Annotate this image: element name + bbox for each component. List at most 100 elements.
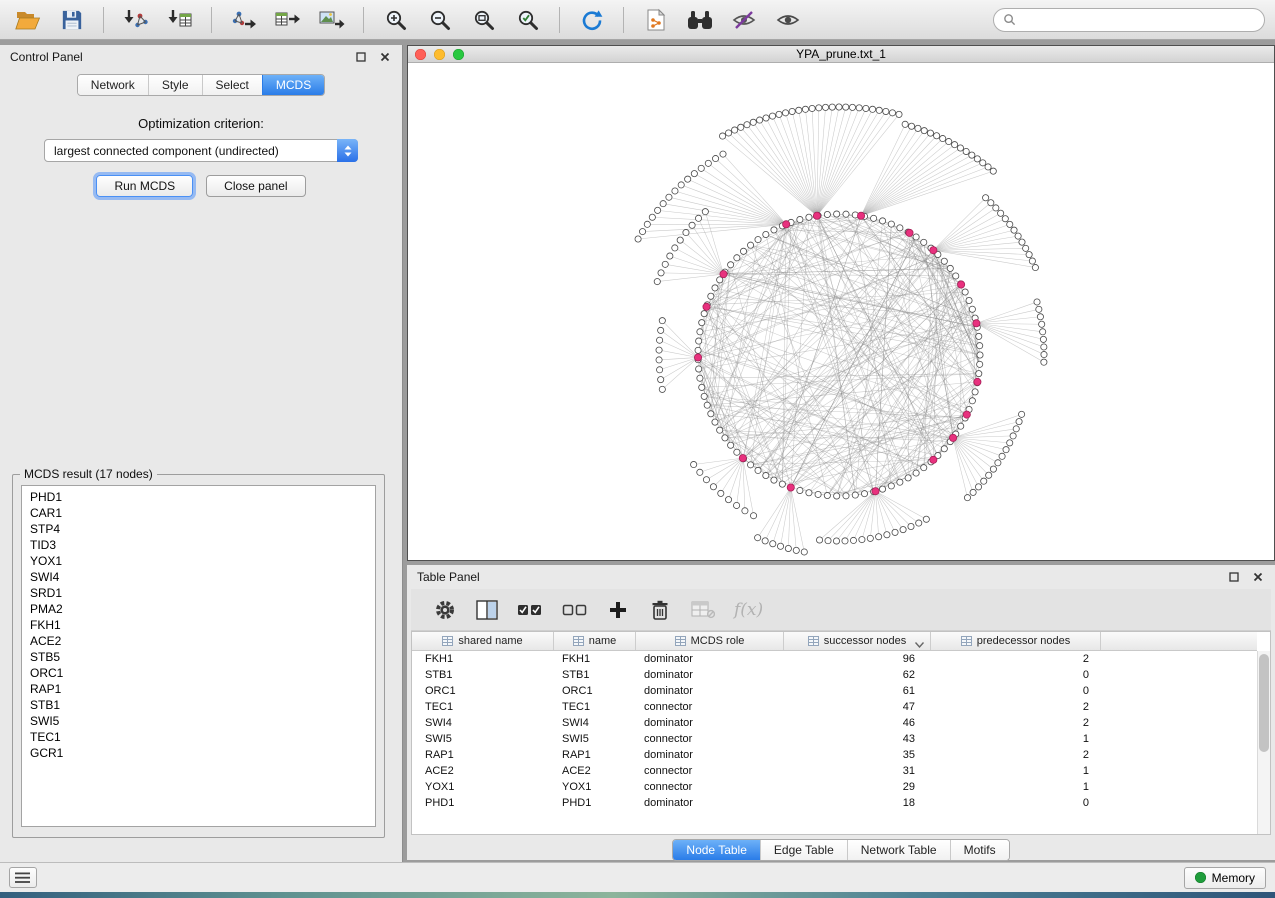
column-header-successor-nodes[interactable]: successor nodes xyxy=(784,632,931,650)
close-table-panel-button[interactable] xyxy=(1251,570,1265,584)
tab-mcds[interactable]: MCDS xyxy=(262,75,324,95)
table-panel: Table Panel f(x) xyxy=(407,565,1275,860)
zoom-in-button[interactable] xyxy=(378,4,413,36)
column-header-shared-name[interactable]: shared name xyxy=(412,632,554,650)
table-row[interactable]: SWI4SWI4dominator462 xyxy=(412,715,1257,731)
table-cell: 46 xyxy=(784,717,931,729)
open-session-button[interactable] xyxy=(10,4,45,36)
save-session-button[interactable] xyxy=(54,4,89,36)
table-cell: connector xyxy=(636,733,784,745)
table-cell: 1 xyxy=(931,781,1101,793)
mcds-result-item[interactable]: GCR1 xyxy=(22,745,375,761)
tab-style[interactable]: Style xyxy=(148,75,202,95)
mcds-result-item[interactable]: TID3 xyxy=(22,537,375,553)
mcds-result-item[interactable]: STB5 xyxy=(22,649,375,665)
table-cell: 18 xyxy=(784,797,931,809)
window-zoom-button[interactable] xyxy=(453,49,464,60)
trash-icon xyxy=(648,598,672,622)
refresh-button[interactable] xyxy=(574,4,609,36)
criterion-value: largest connected component (undirected) xyxy=(54,144,279,158)
toolbar-separator xyxy=(103,7,104,33)
mcds-result-item[interactable]: ORC1 xyxy=(22,665,375,681)
table-cell: FKH1 xyxy=(554,653,636,665)
table-row[interactable]: PHD1PHD1dominator180 xyxy=(412,795,1257,811)
table-cell: connector xyxy=(636,701,784,713)
table-settings-button[interactable] xyxy=(431,595,459,625)
table-cell: SWI4 xyxy=(554,717,636,729)
delete-row-button[interactable] xyxy=(646,595,674,625)
window-close-button[interactable] xyxy=(415,49,426,60)
mcds-result-item[interactable]: STB1 xyxy=(22,697,375,713)
mcds-result-item[interactable]: STP4 xyxy=(22,521,375,537)
status-menu-button[interactable] xyxy=(9,867,37,888)
mcds-result-item[interactable]: RAP1 xyxy=(22,681,375,697)
network-window-titlebar[interactable]: YPA_prune.txt_1 xyxy=(408,46,1274,63)
close-panel-action-button[interactable]: Close panel xyxy=(206,175,305,197)
select-all-button[interactable] xyxy=(515,595,545,625)
mcds-result-item[interactable]: PMA2 xyxy=(22,601,375,617)
import-table-button[interactable] xyxy=(162,4,197,36)
mcds-result-item[interactable]: YOX1 xyxy=(22,553,375,569)
table-row[interactable]: FKH1FKH1dominator962 xyxy=(412,651,1257,667)
export-table-button[interactable] xyxy=(270,4,305,36)
table-cell: SWI5 xyxy=(412,733,554,745)
table-cell: dominator xyxy=(636,685,784,697)
float-table-panel-button[interactable] xyxy=(1227,570,1241,584)
mcds-result-item[interactable]: PHD1 xyxy=(22,489,375,505)
tab-node-table[interactable]: Node Table xyxy=(673,840,760,860)
tab-network[interactable]: Network xyxy=(78,75,148,95)
show-button[interactable] xyxy=(770,4,805,36)
table-cell: SWI5 xyxy=(554,733,636,745)
column-header-name[interactable]: name xyxy=(554,632,636,650)
table-row[interactable]: RAP1RAP1dominator352 xyxy=(412,747,1257,763)
tab-network-table[interactable]: Network Table xyxy=(847,840,950,860)
tab-select[interactable]: Select xyxy=(202,75,262,95)
table-row[interactable]: STB1STB1dominator620 xyxy=(412,667,1257,683)
control-panel-tabbar: Network Style Select MCDS xyxy=(77,74,325,96)
close-panel-button[interactable] xyxy=(378,50,392,64)
search-input[interactable] xyxy=(1022,13,1255,27)
mcds-result-list[interactable]: PHD1CAR1STP4TID3YOX1SWI4SRD1PMA2FKH1ACE2… xyxy=(21,485,376,827)
mcds-result-item[interactable]: SWI4 xyxy=(22,569,375,585)
table-scrollbar[interactable] xyxy=(1257,651,1270,834)
run-mcds-button[interactable]: Run MCDS xyxy=(96,175,193,197)
table-cell: STB1 xyxy=(554,669,636,681)
mcds-result-item[interactable]: SWI5 xyxy=(22,713,375,729)
clone-network-button[interactable] xyxy=(638,4,673,36)
column-header-predecessor-nodes[interactable]: predecessor nodes xyxy=(931,632,1101,650)
table-tabbar: Node Table Edge Table Network Table Moti… xyxy=(672,839,1009,861)
hide-button[interactable] xyxy=(726,4,761,36)
mcds-result-item[interactable]: ACE2 xyxy=(22,633,375,649)
columns-icon xyxy=(476,600,498,620)
find-button[interactable] xyxy=(682,4,717,36)
add-row-button[interactable] xyxy=(605,595,631,625)
import-network-button[interactable] xyxy=(118,4,153,36)
network-view[interactable] xyxy=(408,63,1274,560)
zoom-fit-button[interactable] xyxy=(466,4,501,36)
table-cell: 0 xyxy=(931,797,1101,809)
table-row[interactable]: YOX1YOX1connector291 xyxy=(412,779,1257,795)
tab-edge-table[interactable]: Edge Table xyxy=(760,840,847,860)
table-row[interactable]: TEC1TEC1connector472 xyxy=(412,699,1257,715)
scrollbar-thumb[interactable] xyxy=(1259,654,1269,752)
show-columns-button[interactable] xyxy=(474,595,500,625)
table-row[interactable]: ORC1ORC1dominator610 xyxy=(412,683,1257,699)
mcds-result-item[interactable]: FKH1 xyxy=(22,617,375,633)
export-network-button[interactable] xyxy=(226,4,261,36)
export-image-button[interactable] xyxy=(314,4,349,36)
deselect-all-button[interactable] xyxy=(560,595,590,625)
table-row[interactable]: SWI5SWI5connector431 xyxy=(412,731,1257,747)
memory-button[interactable]: Memory xyxy=(1184,867,1266,889)
zoom-out-button[interactable] xyxy=(422,4,457,36)
column-header-mcds-role[interactable]: MCDS role xyxy=(636,632,784,650)
float-panel-button[interactable] xyxy=(354,50,368,64)
mcds-result-item[interactable]: SRD1 xyxy=(22,585,375,601)
mcds-result-item[interactable]: TEC1 xyxy=(22,729,375,745)
criterion-dropdown[interactable]: largest connected component (undirected) xyxy=(44,139,358,162)
column-icon xyxy=(961,636,972,646)
table-row[interactable]: ACE2ACE2connector311 xyxy=(412,763,1257,779)
zoom-selected-button[interactable] xyxy=(510,4,545,36)
tab-motifs[interactable]: Motifs xyxy=(950,840,1009,860)
window-minimize-button[interactable] xyxy=(434,49,445,60)
mcds-result-item[interactable]: CAR1 xyxy=(22,505,375,521)
